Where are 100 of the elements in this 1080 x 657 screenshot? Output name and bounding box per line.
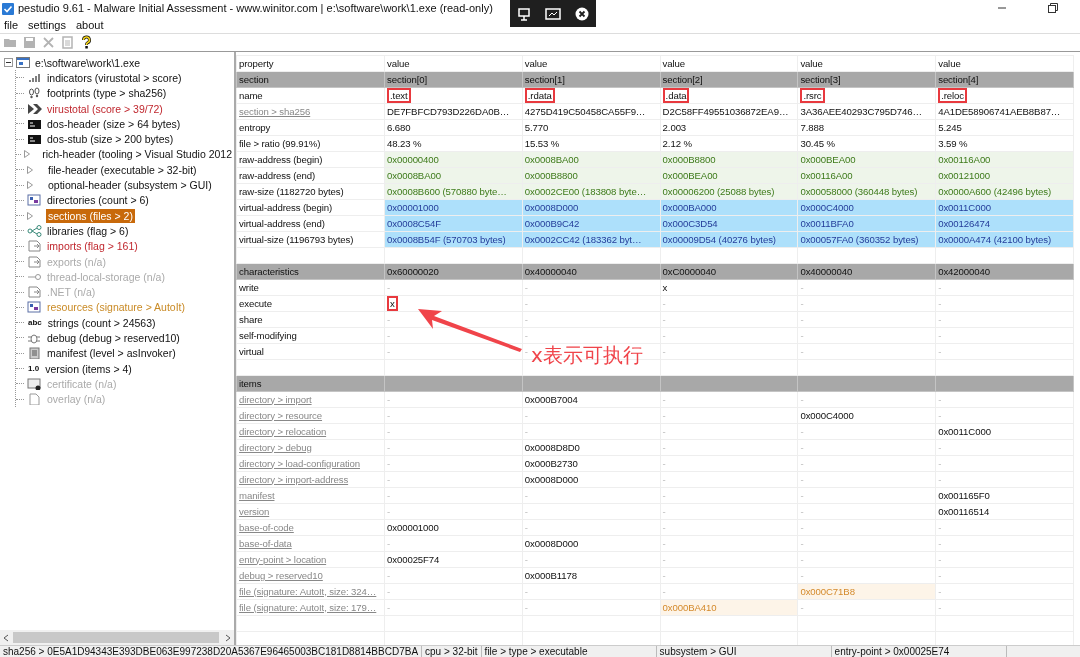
tree-item[interactable]: strings (count > 24563)	[45, 315, 158, 330]
table-cell: -	[662, 553, 666, 565]
table-cell: -	[938, 393, 942, 405]
horizontal-scrollbar[interactable]	[0, 630, 234, 645]
tree-item[interactable]: footprints (type > sha256)	[45, 86, 169, 101]
table-cell: 0x0011C000	[938, 425, 991, 437]
table-cell: 0x000B9C42	[524, 217, 580, 229]
table-cell: -	[800, 281, 804, 293]
column-header[interactable]: value	[384, 55, 523, 72]
table-cell: 0x0008D8D0	[524, 441, 580, 453]
table-cell: 30.45 %	[800, 137, 835, 149]
table-cell: 0x00057FA0 (360352 bytes)	[800, 233, 919, 245]
annotation-box: .reloc	[938, 88, 968, 103]
tree-item[interactable]: debug (debug > reserved10)	[45, 331, 182, 345]
menu-item[interactable]: settings	[28, 16, 66, 34]
help-icon[interactable]	[79, 35, 94, 50]
group-label: section	[239, 73, 269, 85]
table-cell: 0x0008D000	[524, 201, 579, 213]
table-cell: 0x000C4000	[800, 409, 854, 421]
tree-item[interactable]: sections (files > 2)	[46, 208, 135, 223]
table-cell: 0x0011BFA0	[800, 217, 854, 229]
console-icon	[27, 133, 42, 146]
table-cell: 0x0008BA00	[524, 153, 579, 165]
table-cell: 0x00009D54 (40276 bytes)	[662, 233, 776, 245]
table-cell: -	[662, 569, 666, 581]
tree-item[interactable]: imports (flag > 161)	[45, 239, 140, 254]
tree-item[interactable]: resources (signature > AutoIt)	[45, 300, 188, 315]
annotation-text: x表示可执行	[531, 342, 643, 369]
tree-item[interactable]: rich-header (tooling > Visual Studio 2012	[40, 147, 234, 162]
tree-item[interactable]: version (items > 4)	[43, 361, 134, 376]
column-header[interactable]: value	[522, 55, 661, 72]
table-cell: DE7FBFCD793D226DA0B…	[387, 105, 510, 117]
status-text: cpu > 32-bit	[422, 646, 482, 657]
image-icon[interactable]	[545, 7, 561, 20]
table-cell: -	[524, 601, 528, 613]
table-cell: -	[662, 425, 666, 437]
property-link[interactable]: manifest	[239, 489, 275, 501]
property-name: name	[239, 89, 263, 101]
table-cell: 0x000B8800	[524, 169, 578, 181]
property-name: raw-size (1182720 bytes)	[239, 185, 344, 197]
tree-item[interactable]: file-header (executable > 32-bit)	[46, 162, 199, 177]
tree-item[interactable]: indicators (virustotal > score)	[45, 70, 184, 85]
property-name: virtual-address (end)	[239, 217, 325, 229]
tree-item[interactable]: dos-header (size > 64 bytes)	[45, 116, 183, 131]
bar-chart-icon	[27, 71, 42, 84]
table-cell: -	[800, 473, 804, 485]
table-cell: -	[524, 281, 528, 293]
close-icon[interactable]	[575, 6, 589, 21]
table-cell: -	[800, 521, 804, 533]
table-cell: -	[800, 425, 804, 437]
table-cell: 0x0002CC42 (183362 byt…	[524, 233, 642, 245]
column-header[interactable]: property	[236, 55, 385, 72]
chevrons-icon	[27, 102, 42, 115]
table-cell: 6.680	[387, 121, 411, 133]
table-cell: 0x000BEA00	[800, 153, 856, 165]
table-cell: -	[662, 585, 666, 597]
tree-item[interactable]: e:\software\work\1.exe	[33, 55, 143, 70]
table-cell: 0x000BA000	[662, 201, 717, 213]
table-cell: -	[800, 441, 804, 453]
table-cell: -	[524, 425, 528, 437]
expand-arrow-icon[interactable]	[27, 211, 33, 220]
table-cell: -	[524, 409, 528, 421]
table-cell: -	[800, 393, 804, 405]
menu-item[interactable]: file	[4, 16, 19, 34]
table-cell: -	[387, 585, 391, 597]
table-cell: 0x00058000 (360448 bytes)	[800, 185, 918, 197]
tree-item[interactable]: libraries (flag > 6)	[45, 223, 131, 238]
tree-item[interactable]: directories (count > 6)	[45, 193, 151, 208]
scroll-right-icon[interactable]	[225, 633, 231, 642]
tree-item[interactable]: virustotal (score > 39/72)	[45, 101, 165, 116]
collapse-toggle-icon[interactable]	[4, 58, 13, 68]
tree-item[interactable]: optional-header (subsystem > GUI)	[46, 178, 214, 192]
menu-item[interactable]: about	[76, 16, 104, 34]
import-page-icon	[27, 255, 42, 268]
column-header[interactable]: value	[660, 55, 798, 72]
status-text: file > type > executable	[481, 646, 657, 657]
property-link[interactable]: version	[239, 505, 270, 517]
table-cell: 4A1DE58906741AEB8B87…	[938, 105, 1061, 117]
scroll-left-icon[interactable]	[3, 633, 9, 642]
screen-icon[interactable]	[517, 6, 531, 21]
table-cell: -	[524, 313, 528, 325]
table-cell: 0x0008C54F	[387, 217, 441, 229]
table-cell: 0x0008B54F (570703 bytes)	[387, 233, 506, 245]
column-header[interactable]: value	[797, 55, 936, 72]
annotation-box: .data	[662, 88, 690, 103]
tree-item[interactable]: dos-stub (size > 200 bytes)	[45, 132, 176, 147]
table-cell: 0x00116514	[938, 505, 990, 517]
column-header[interactable]: value	[935, 55, 1074, 72]
table-cell: -	[387, 313, 391, 325]
restore-icon[interactable]	[1048, 3, 1058, 13]
table-cell: -	[800, 505, 804, 517]
table-cell: -	[800, 345, 804, 357]
property-name: self-modifying	[239, 329, 297, 341]
table-cell: -	[800, 569, 804, 581]
table-cell: -	[662, 521, 666, 533]
table-cell: section[1]	[524, 73, 565, 85]
property-name: virtual-address (begin)	[239, 201, 333, 213]
tree-item[interactable]: manifest (level > asInvoker)	[45, 346, 178, 361]
table-cell: 5.245	[938, 121, 962, 133]
property-name: virtual-size (1196793 bytes)	[239, 233, 354, 245]
